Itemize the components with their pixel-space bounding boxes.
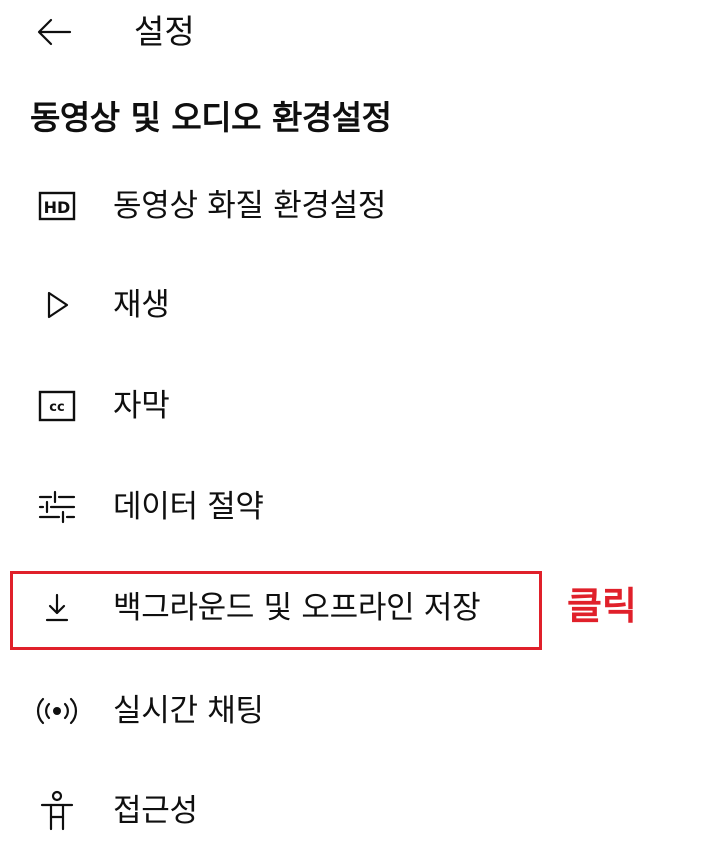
click-annotation: 클릭 xyxy=(567,584,637,628)
sliders-icon xyxy=(34,484,80,530)
menu-item-label: 재생 xyxy=(113,287,170,323)
svg-text:cc: cc xyxy=(49,400,64,415)
arrow-left-icon xyxy=(37,18,72,46)
menu-item-playback[interactable]: 재생 xyxy=(0,263,720,347)
live-broadcast-icon xyxy=(34,688,80,734)
accessibility-icon xyxy=(34,788,80,834)
app-header: 설정 xyxy=(0,0,720,64)
page-title: 설정 xyxy=(134,12,195,51)
section-heading: 동영상 및 오디오 환경설정 xyxy=(30,98,392,137)
highlight-box xyxy=(10,571,542,650)
menu-item-label: 데이터 절약 xyxy=(113,489,264,525)
menu-item-label: 접근성 xyxy=(113,793,198,829)
closed-captions-icon: cc xyxy=(34,383,80,429)
back-button[interactable] xyxy=(30,10,78,54)
menu-item-label: 동영상 화질 환경설정 xyxy=(113,188,387,224)
menu-item-accessibility[interactable]: 접근성 xyxy=(0,769,720,853)
menu-item-video-quality[interactable]: HD 동영상 화질 환경설정 xyxy=(0,164,720,248)
menu-item-label: 실시간 채팅 xyxy=(113,693,264,729)
menu-item-captions[interactable]: cc 자막 xyxy=(0,364,720,448)
menu-item-live-chat[interactable]: 실시간 채팅 xyxy=(0,669,720,753)
menu-item-data-saving[interactable]: 데이터 절약 xyxy=(0,465,720,549)
play-outline-icon xyxy=(34,282,80,328)
svg-text:HD: HD xyxy=(44,198,71,217)
hd-icon: HD xyxy=(34,183,80,229)
menu-item-label: 자막 xyxy=(113,388,170,424)
